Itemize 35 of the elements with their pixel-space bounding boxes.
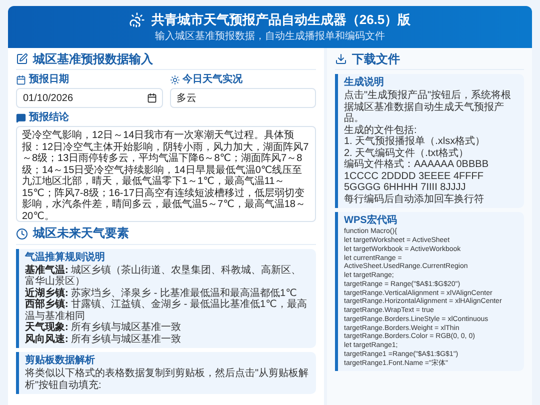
note-line: 每行编码后自动添加回车换行符 — [344, 194, 485, 206]
card-title: 生成说明 — [344, 77, 385, 90]
download-icon — [335, 53, 347, 66]
field-label: 预报结论 — [29, 112, 69, 124]
rule-line: 天气现象: 所有乡镇与城区基准一致 — [25, 322, 182, 334]
date-field[interactable]: 01/10/2026 — [16, 88, 162, 108]
input-field[interactable]: 多云 — [170, 88, 316, 108]
rule-line: 基准气温: 城区乡镇（茶山街道、农垦集团、科教城、高新区、富华山景区） — [25, 264, 302, 288]
edit-icon — [16, 53, 28, 66]
rule-line: 西部乡镇: 甘露镇、江益镇、金湖乡 - 最低温比基准低1℃，最高温与基准相同 — [25, 299, 308, 322]
conclusion-textarea[interactable]: 受冷空气影响，12日～14日我市有一次寒潮天气过程。具体预报：12日冷空气主体开始影响，阴转小雨，风力加大，湖面阵风7～8级；13日雨停转多云，平均气温下降6～8℃；湖面阵风7～8级；14～15日受冷空气持续影响，14日早晨最低气温0℃线压至九江地区北部，晴天，最低气温零下1～1℃，最高气温11～15℃；阵风7-8级；16-17日高空有连续短波槽移过，低层弱切变影响，水汽条件差，晴间多云，最低气温5～7℃，最高气温18～20℃。 — [16, 126, 316, 222]
field-label: 预报日期 — [29, 74, 69, 86]
calendar-icon[interactable] — [146, 93, 156, 104]
rule-line: 风向风速: 所有乡镇与城区基准一致 — [25, 334, 182, 346]
card-title: WPS宏代码 — [344, 215, 398, 228]
section-title: 城区基准预报数据输入 — [33, 52, 153, 66]
note-line: 2. 天气编码文件（.txt格式） — [344, 148, 470, 159]
rule-line: 近湖乡镇: 苏家垱乡、泽泉乡 - 比基准最低温和最高温都低1℃ — [25, 288, 297, 299]
section-title: 城区未来天气要素 — [33, 226, 129, 241]
note-line: 点击"生成预报产品"按钮后，系统将根据城区基准数据自动生成天气预报产品。 — [344, 90, 512, 124]
note-line: 编码文件格式：AAAAAA 0BBBB 1CCCC 2DDDD 3EEEE 4FFFF 5GGGG 6HHHH 7IIII 8JJJJ — [344, 159, 490, 194]
field-label: 今日天气实况 — [182, 74, 242, 86]
note-line: 生成的文件包括: — [344, 124, 417, 136]
section-title: 下载文件 — [352, 52, 400, 66]
clock-icon — [16, 228, 28, 240]
comment-icon — [16, 113, 26, 124]
app-subtitle: 输入城区基准预报数据，自动生成播报单和编码文件 — [155, 31, 385, 43]
app-title: 共青城市天气预报产品自动生成器（26.5）版 — [151, 12, 411, 28]
calendar-icon — [16, 75, 26, 86]
sun-icon — [170, 75, 180, 86]
clipboard-text: 将类似以下格式的表格数据复制到剪贴板，然后点击"从剪贴板解析"按钮自动填充: — [25, 368, 310, 392]
card-title: 剪贴板数据解析 — [25, 355, 96, 368]
note-line: 1. 天气预报播报单（.xlsx格式） — [344, 136, 486, 148]
cloud-sun-rain-icon — [129, 12, 146, 28]
card-title: 气温推算规则说明 — [25, 252, 106, 264]
